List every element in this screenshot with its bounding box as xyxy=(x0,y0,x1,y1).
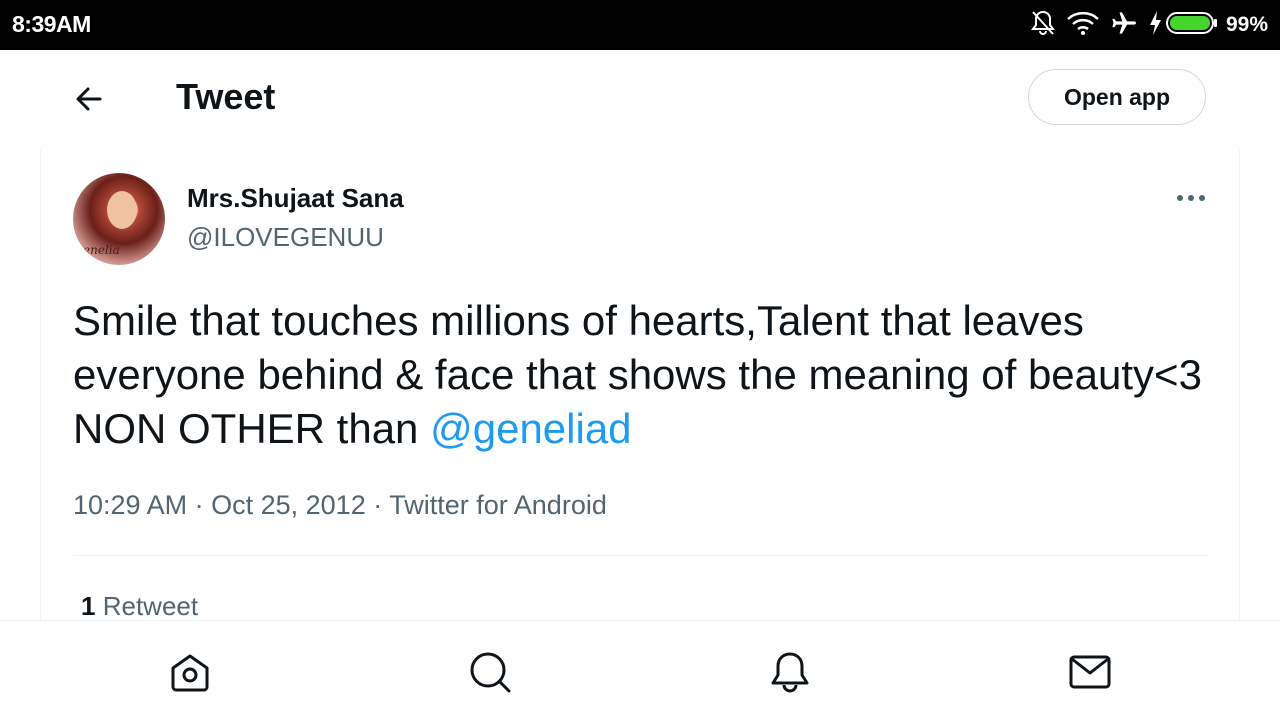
page-header: Tweet Open app xyxy=(0,50,1280,150)
charging-icon xyxy=(1148,10,1162,41)
status-time: 8:39AM xyxy=(12,11,91,37)
wifi-icon xyxy=(1066,10,1100,41)
meta-separator: · xyxy=(373,490,383,520)
airplane-mode-icon xyxy=(1110,9,1138,42)
retweet-count: 1 xyxy=(81,591,96,621)
notifications-off-icon xyxy=(1030,9,1056,42)
retweet-label: Retweet xyxy=(102,591,199,621)
messages-icon xyxy=(1069,655,1111,689)
tweet-source[interactable]: Twitter for Android xyxy=(389,490,607,520)
tweet-meta: 10:29 AM · Oct 25, 2012 · Twitter for An… xyxy=(73,490,607,521)
tweet-text-body: Smile that touches millions of hearts,Ta… xyxy=(73,297,1202,452)
tweet-card: enelia Mrs.Shujaat Sana @ILOVEGENUU Smil… xyxy=(40,150,1240,622)
tweet-text: Smile that touches millions of hearts,Ta… xyxy=(73,294,1213,456)
tweet-time[interactable]: 10:29 AM xyxy=(73,490,187,520)
status-bar: 8:39AM 99% xyxy=(0,0,1280,50)
bottom-nav xyxy=(0,620,1280,721)
arrow-left-icon xyxy=(76,87,102,111)
more-horizontal-icon xyxy=(1177,195,1205,201)
nav-notifications[interactable] xyxy=(768,650,812,694)
battery-percent: 99% xyxy=(1225,13,1268,36)
author-name[interactable]: Mrs.Shujaat Sana xyxy=(187,183,404,214)
nav-messages[interactable] xyxy=(1068,650,1112,694)
home-icon xyxy=(171,654,209,692)
search-icon xyxy=(470,652,511,693)
more-button[interactable] xyxy=(1175,188,1207,208)
battery-icon xyxy=(1165,10,1218,41)
page-title: Tweet xyxy=(176,76,276,117)
tweet-date[interactable]: Oct 25, 2012 xyxy=(211,490,366,520)
avatar-caption: enelia xyxy=(83,243,120,257)
back-button[interactable] xyxy=(70,79,110,119)
status-icons: 99% xyxy=(1020,9,1268,41)
open-app-button[interactable]: Open app xyxy=(1028,69,1206,125)
meta-separator: · xyxy=(194,490,204,520)
nav-search[interactable] xyxy=(468,650,512,694)
nav-home[interactable] xyxy=(168,650,212,694)
avatar-face xyxy=(107,191,137,229)
mention-link[interactable]: @geneliad xyxy=(430,405,631,452)
retweet-stats[interactable]: 1 Retweet xyxy=(81,591,198,622)
notifications-icon xyxy=(771,652,809,693)
divider xyxy=(73,555,1209,556)
avatar[interactable]: enelia xyxy=(73,173,165,265)
author-handle[interactable]: @ILOVEGENUU xyxy=(187,222,384,253)
